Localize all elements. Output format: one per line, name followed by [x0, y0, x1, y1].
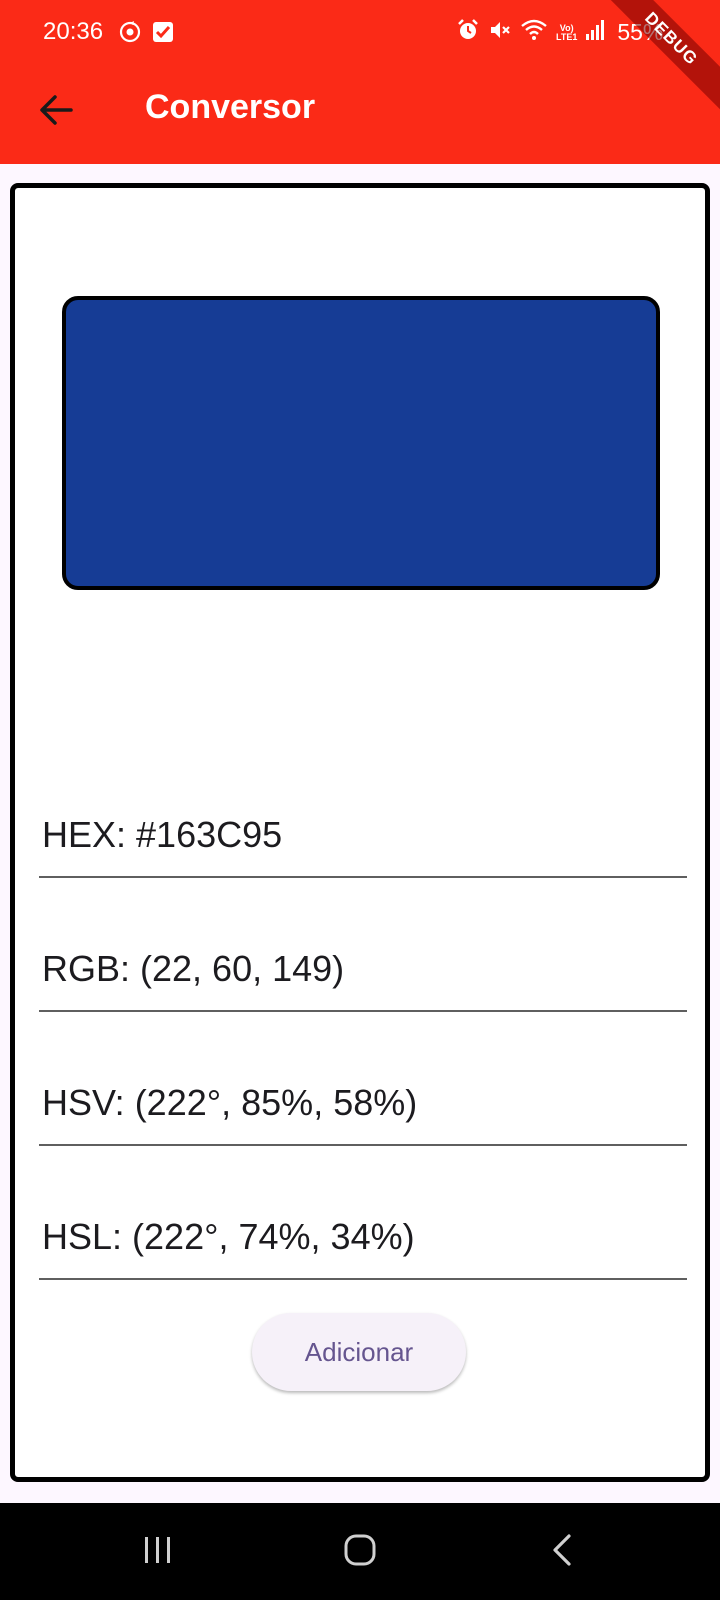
hsv-value: HSV: (222°, 85%, 58%)	[42, 1082, 418, 1123]
recent-apps-icon	[141, 1535, 175, 1570]
alarm-icon	[456, 18, 480, 47]
home-icon	[343, 1533, 377, 1572]
volte-bottom-label: LTE1	[556, 31, 578, 42]
sync-icon	[118, 20, 142, 49]
rgb-value: RGB: (22, 60, 149)	[42, 948, 345, 989]
back-button[interactable]	[28, 84, 84, 140]
converter-card: HEX: #163C95 RGB: (22, 60, 149) HSV: (22…	[10, 183, 710, 1482]
system-nav-bar	[0, 1503, 720, 1600]
hsl-field[interactable]: HSL: (222°, 74%, 34%)	[39, 1196, 687, 1280]
recent-apps-button[interactable]	[128, 1527, 188, 1577]
rgb-field[interactable]: RGB: (22, 60, 149)	[39, 928, 687, 1012]
nav-back-button[interactable]	[532, 1527, 592, 1577]
mute-icon	[488, 18, 512, 47]
add-button[interactable]: Adicionar	[252, 1313, 466, 1391]
checkbox-notification-icon	[152, 21, 174, 48]
status-bar: 20:36 Vo) LTE1 55%	[0, 0, 720, 68]
top-bar: 20:36 Vo) LTE1 55% DEBUG Conversor	[0, 0, 720, 164]
color-preview	[62, 296, 660, 590]
home-button[interactable]	[330, 1527, 390, 1577]
wifi-icon	[520, 18, 548, 47]
arrow-back-icon	[37, 91, 75, 134]
hex-field[interactable]: HEX: #163C95	[39, 794, 687, 878]
hsv-field[interactable]: HSV: (222°, 85%, 58%)	[39, 1062, 687, 1146]
page-title: Conversor	[145, 88, 316, 126]
status-time: 20:36	[43, 18, 104, 45]
app-bar: Conversor	[0, 68, 720, 164]
hsl-value: HSL: (222°, 74%, 34%)	[42, 1216, 415, 1257]
back-nav-icon	[549, 1533, 575, 1572]
volte-icon: Vo) LTE1	[556, 23, 578, 42]
hex-value: HEX: #163C95	[42, 814, 283, 855]
signal-icon	[585, 18, 607, 47]
